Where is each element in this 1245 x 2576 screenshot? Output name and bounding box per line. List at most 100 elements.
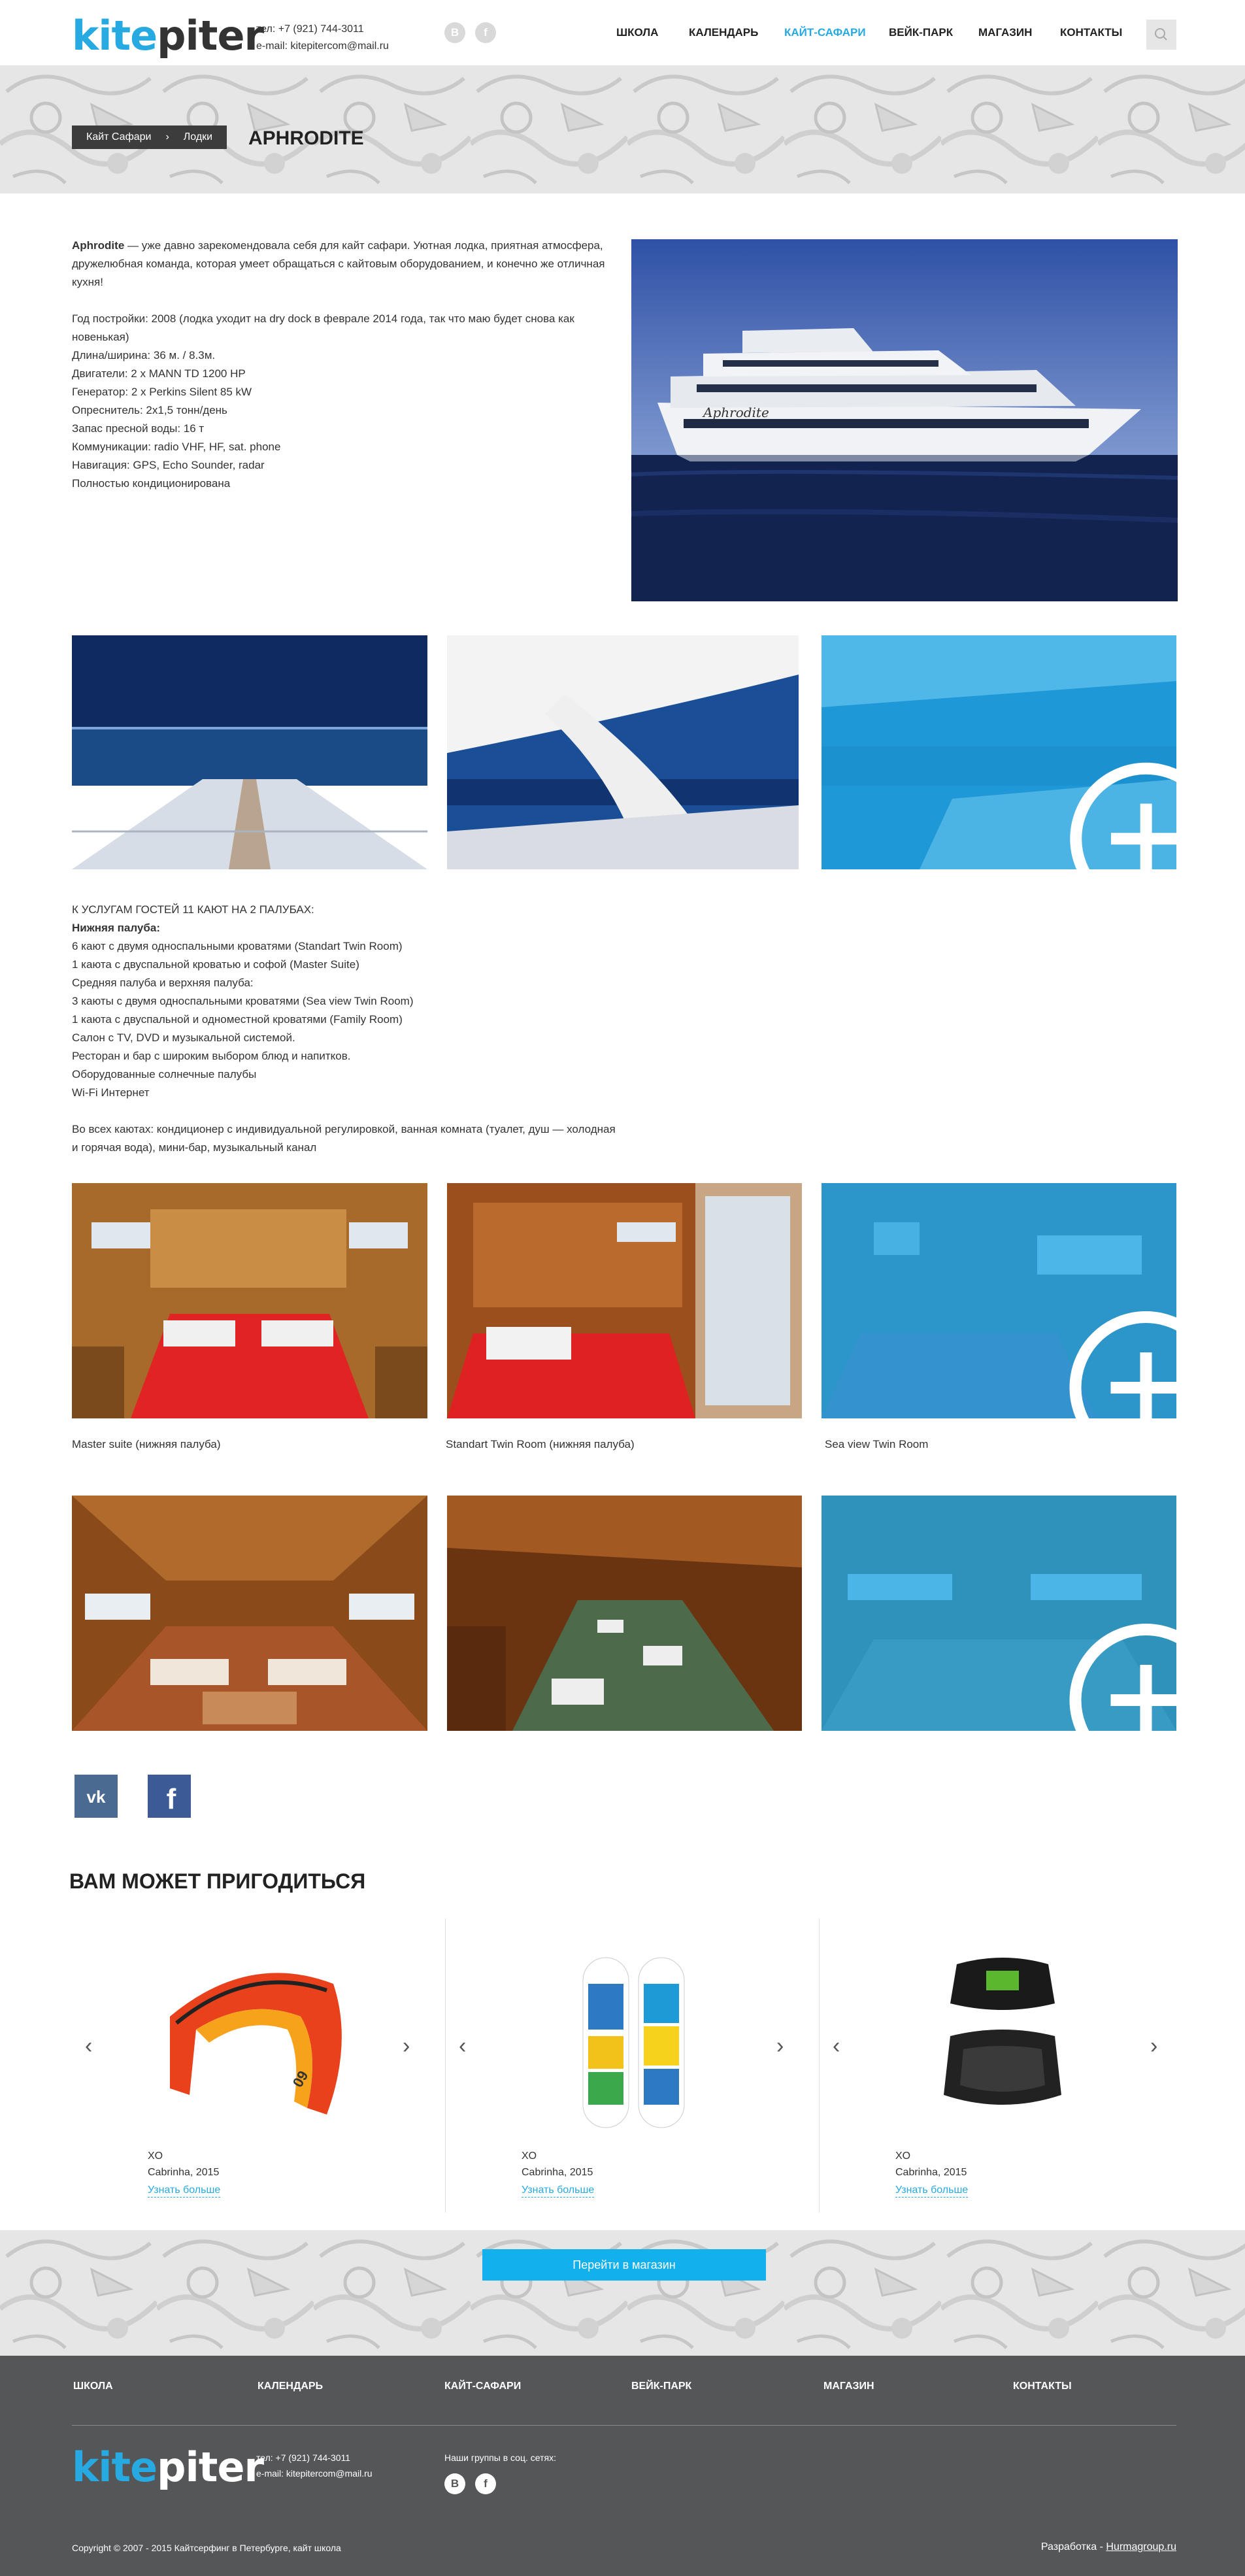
services-lower-deck: Нижняя палуба:: [72, 922, 160, 934]
spec-line: Год постройки: 2008 (лодка уходит на dry…: [72, 312, 574, 343]
boat-lead: Aphrodite — уже давно зарекомендовала се…: [72, 237, 608, 292]
chevron-right-icon[interactable]: ›: [1150, 2035, 1157, 2057]
chevron-right-icon[interactable]: ›: [403, 2035, 410, 2057]
facebook-icon[interactable]: f: [475, 2473, 496, 2494]
footer-contacts: тел: +7 (921) 744-3011 e-mail: kitepiter…: [256, 2450, 373, 2481]
zoom-icon: [1069, 762, 1176, 869]
service-line: Wi-Fi Интернет: [72, 1086, 150, 1099]
product-name: XO: [148, 2150, 163, 2162]
service-line: 6 кают с двумя односпальными кроватями (…: [72, 940, 403, 952]
deck-photo[interactable]: [447, 635, 799, 869]
nav-shop[interactable]: МАГАЗИН: [978, 26, 1032, 39]
footer-nav-shop[interactable]: МАГАЗИН: [823, 2381, 874, 2392]
chevron-left-icon[interactable]: ‹: [85, 2035, 92, 2057]
footer-nav-kite-safari[interactable]: КАЙТ-САФАРИ: [444, 2381, 521, 2392]
boat-description: Aphrodite — уже давно зарекомендовала се…: [72, 237, 608, 493]
vk-glyph: vk: [87, 1787, 106, 1807]
chevron-right-icon: ›: [165, 131, 169, 142]
deck-photo-hover[interactable]: [822, 635, 1176, 869]
logo-part-piter: piter: [157, 2443, 264, 2491]
vk-icon[interactable]: vk: [75, 1775, 118, 1818]
footer-logo[interactable]: kitepiter: [72, 2447, 264, 2488]
service-line: 3 каюты с двумя односпальными кроватями …: [72, 995, 414, 1007]
product-more-link[interactable]: Узнать больше: [895, 2184, 969, 2198]
service-line: 1 каюта с двуспальной кроватью и софой (…: [72, 958, 359, 971]
chevron-right-icon[interactable]: ›: [776, 2035, 784, 2057]
header-contacts: тел: +7 (921) 744-3011 e-mail: kitepiter…: [256, 21, 389, 55]
product-name: XO: [522, 2150, 537, 2162]
facebook-icon[interactable]: f: [475, 22, 496, 43]
service-line: Ресторан и бар с широким выбором блюд и …: [72, 1050, 351, 1062]
spec-line: Коммуникации: radio VHF, HF, sat. phone: [72, 441, 281, 453]
copyright: Copyright © 2007 - 2015 Кайтсерфинг в Пе…: [72, 2543, 341, 2553]
go-to-shop-button[interactable]: Перейти в магазин: [482, 2249, 766, 2281]
vk-icon[interactable]: B: [444, 2473, 465, 2494]
zoom-icon: [1069, 1311, 1176, 1418]
site-header: kitepiter тел: +7 (921) 744-3011 e-mail:…: [0, 0, 1245, 65]
product-brand: Cabrinha, 2015: [522, 2167, 593, 2178]
yacht-name-label: Aphrodite: [702, 405, 769, 420]
services-footer: Во всех каютах: кондиционер с индивидуал…: [72, 1123, 616, 1154]
services-description: К УСЛУГАМ ГОСТЕЙ 11 КАЮТ НА 2 ПАЛУБАХ: Н…: [72, 901, 621, 1157]
footer-groups-label: Наши группы в соц. сетях:: [444, 2452, 556, 2463]
spec-line: Опреснитель: 2x1,5 тонн/день: [72, 404, 227, 416]
footer-divider: [72, 2425, 1176, 2426]
nav-school[interactable]: ШКОЛА: [616, 26, 658, 39]
facebook-icon[interactable]: f: [148, 1775, 191, 1818]
breadcrumb-boats[interactable]: Лодки: [184, 125, 212, 149]
nav-wake-park[interactable]: ВЕЙК-ПАРК: [889, 26, 953, 39]
zoom-icon: [1069, 1624, 1176, 1731]
salon-photo-hover[interactable]: [822, 1496, 1176, 1731]
footer-nav-contacts[interactable]: КОНТАКТЫ: [1013, 2381, 1072, 2392]
nav-kite-safari[interactable]: КАЙТ-САФАРИ: [784, 26, 866, 39]
nav-contacts[interactable]: КОНТАКТЫ: [1060, 26, 1122, 39]
boat-lead-text: — уже давно зарекомендовала себя для кай…: [72, 239, 605, 288]
header-email: e-mail: kitepitercom@mail.ru: [256, 41, 389, 52]
related-products: ‹ › 09 XO Cabrinha, 2015 Узнать больше ‹…: [72, 1918, 1176, 2213]
search-icon: [1155, 28, 1167, 41]
cabin-photo[interactable]: [447, 1183, 802, 1418]
salon-photo[interactable]: [447, 1496, 802, 1731]
product-image-wakeboards[interactable]: [524, 1945, 733, 2141]
boat-name: Aphrodite: [72, 239, 125, 252]
page-title: APHRODITE: [248, 127, 364, 149]
salon-photo[interactable]: [72, 1496, 427, 1731]
product-brand: Cabrinha, 2015: [148, 2167, 220, 2178]
cabin-photo-hover[interactable]: [822, 1183, 1176, 1418]
footer-phone: тел: +7 (921) 744-3011: [256, 2452, 351, 2463]
product-more-link[interactable]: Узнать больше: [522, 2184, 595, 2198]
product-name: XO: [895, 2150, 911, 2162]
footer-nav-wake-park[interactable]: ВЕЙК-ПАРК: [631, 2381, 691, 2392]
footer-nav-calendar[interactable]: КАЛЕНДАРЬ: [257, 2381, 323, 2392]
spec-line: Генератор: 2 x Perkins Silent 85 kW: [72, 386, 252, 398]
deck-photo[interactable]: [72, 635, 427, 869]
product-card: ‹ › 09 XO Cabrinha, 2015 Узнать больше: [72, 1918, 446, 2213]
product-more-link[interactable]: Узнать больше: [148, 2184, 221, 2198]
logo-part-kite: kite: [72, 2443, 158, 2491]
product-image-harness[interactable]: [898, 1945, 1107, 2141]
room-caption: Standart Twin Room (нижняя палуба): [446, 1438, 635, 1450]
cabin-photo[interactable]: [72, 1183, 427, 1418]
services-heading: К УСЛУГАМ ГОСТЕЙ 11 КАЮТ НА 2 ПАЛУБАХ:: [72, 903, 314, 916]
developer-label: Разработка -: [1040, 2541, 1106, 2552]
developer-credit: Разработка - Hurmagroup.ru: [1041, 2541, 1176, 2553]
breadcrumb-kite-safari[interactable]: Кайт Сафари: [86, 125, 151, 149]
service-line: 1 каюта с двуспальной и одноместной кров…: [72, 1013, 403, 1026]
chevron-left-icon[interactable]: ‹: [459, 2035, 466, 2057]
spec-line: Навигация: GPS, Echo Sounder, radar: [72, 459, 265, 471]
related-title: ВАМ МОЖЕТ ПРИГОДИТЬСЯ: [69, 1869, 366, 1893]
chevron-left-icon[interactable]: ‹: [833, 2035, 840, 2057]
nav-calendar[interactable]: КАЛЕНДАРЬ: [689, 26, 758, 39]
product-brand: Cabrinha, 2015: [895, 2167, 967, 2178]
developer-link[interactable]: Hurmagroup.ru: [1106, 2541, 1176, 2552]
fb-glyph: f: [167, 1783, 176, 1815]
logo-part-kite: kite: [72, 12, 158, 59]
product-image-kite[interactable]: 09: [150, 1945, 359, 2141]
footer-nav-school[interactable]: ШКОЛА: [73, 2381, 113, 2392]
vk-icon[interactable]: B: [444, 22, 465, 43]
search-button[interactable]: [1146, 20, 1176, 50]
room-caption: Sea view Twin Room: [825, 1438, 929, 1450]
site-logo[interactable]: kitepiter: [72, 16, 264, 56]
service-line: Средняя палуба и верхняя палуба:: [72, 977, 254, 989]
footer-email: e-mail: kitepitercom@mail.ru: [256, 2468, 373, 2479]
